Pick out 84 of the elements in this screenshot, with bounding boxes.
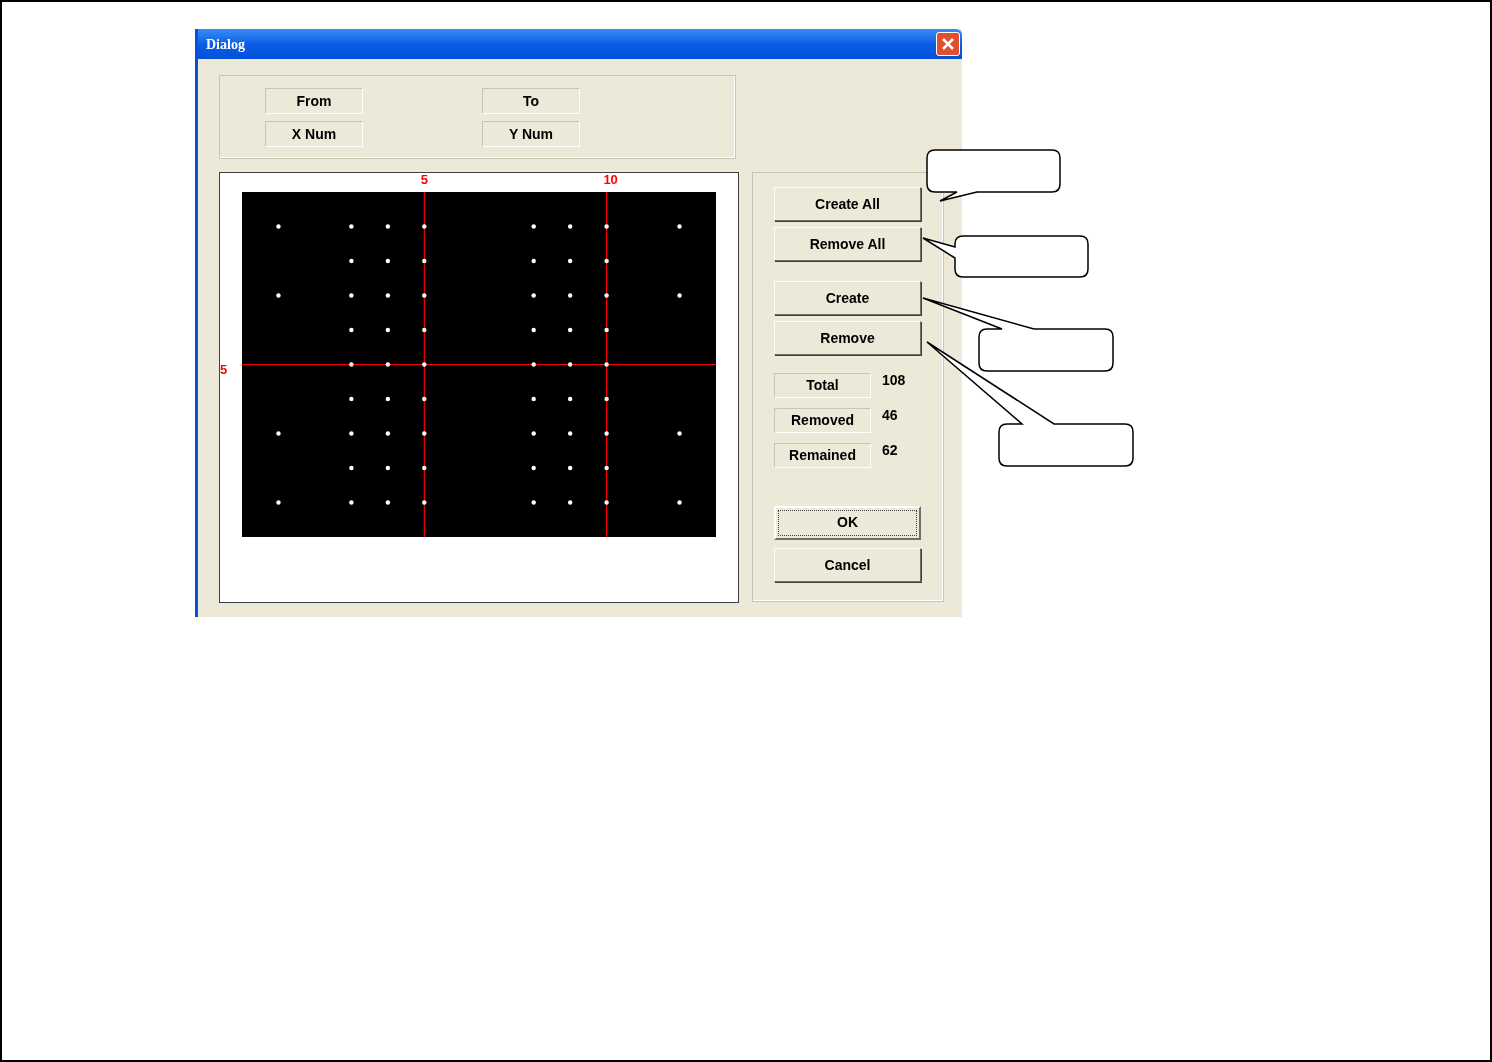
field-label: From	[265, 88, 363, 114]
point	[677, 293, 682, 298]
close-icon	[941, 37, 955, 51]
point	[604, 224, 609, 229]
point	[531, 465, 536, 471]
point	[567, 465, 573, 471]
point	[677, 224, 682, 229]
point	[422, 465, 427, 471]
stat-label: Remained	[774, 443, 871, 468]
dialog-button[interactable]: Cancel	[774, 548, 921, 582]
field-label: X Num	[265, 121, 363, 147]
point	[349, 431, 354, 436]
action-button[interactable]: Remove	[774, 321, 921, 355]
window-title: Dialog	[206, 35, 245, 54]
point	[604, 293, 609, 298]
point	[531, 293, 536, 298]
point	[349, 396, 354, 402]
point	[604, 465, 609, 471]
point	[385, 465, 391, 471]
stat-label: Total	[774, 373, 871, 398]
point	[385, 293, 391, 298]
point	[422, 293, 427, 298]
axis-label: 5	[220, 362, 228, 375]
point	[567, 224, 573, 229]
point	[677, 431, 682, 436]
point	[385, 258, 391, 264]
point	[422, 258, 427, 264]
point	[531, 224, 536, 229]
point	[276, 500, 281, 505]
action-button[interactable]: Remove All	[774, 227, 921, 261]
point	[567, 293, 573, 298]
stat-value: 108	[882, 373, 906, 387]
point	[531, 327, 536, 333]
point	[349, 293, 354, 298]
point	[349, 500, 354, 505]
point	[604, 500, 609, 505]
point	[531, 500, 536, 505]
point	[567, 396, 573, 402]
point	[531, 362, 536, 367]
point	[385, 224, 391, 229]
point	[604, 362, 609, 367]
field-label: To	[482, 88, 580, 114]
point	[422, 500, 427, 505]
stat-label: Removed	[774, 408, 871, 433]
point	[531, 431, 536, 436]
action-button[interactable]: Create All	[774, 187, 921, 221]
dialog-button[interactable]: OK	[774, 506, 921, 540]
point	[385, 362, 391, 367]
point	[349, 362, 354, 367]
point	[567, 362, 573, 367]
point	[567, 258, 573, 264]
point	[567, 327, 573, 333]
point	[567, 500, 573, 505]
point	[422, 362, 427, 367]
point	[422, 224, 427, 229]
point	[531, 258, 536, 264]
point	[385, 500, 391, 505]
field-label: Y Num	[482, 121, 580, 147]
point	[567, 431, 573, 436]
point	[677, 500, 682, 505]
stat-value: 46	[882, 408, 898, 422]
point	[385, 327, 391, 333]
point	[604, 431, 609, 436]
point	[422, 431, 427, 436]
point	[385, 396, 391, 402]
point	[276, 431, 281, 436]
axis-label: 5	[420, 173, 428, 186]
action-button[interactable]: Create	[774, 281, 921, 315]
point	[604, 396, 609, 402]
point	[422, 327, 427, 333]
point	[349, 327, 354, 333]
axis-label: 10	[603, 173, 618, 186]
point	[349, 258, 354, 264]
close-button[interactable]	[936, 32, 960, 56]
point	[385, 431, 391, 436]
point	[276, 293, 281, 298]
point	[422, 396, 427, 402]
stat-value: 62	[882, 443, 898, 457]
point	[604, 258, 609, 264]
point	[349, 465, 354, 471]
point	[531, 396, 536, 402]
point	[276, 224, 281, 229]
point	[349, 224, 354, 229]
point	[604, 327, 609, 333]
